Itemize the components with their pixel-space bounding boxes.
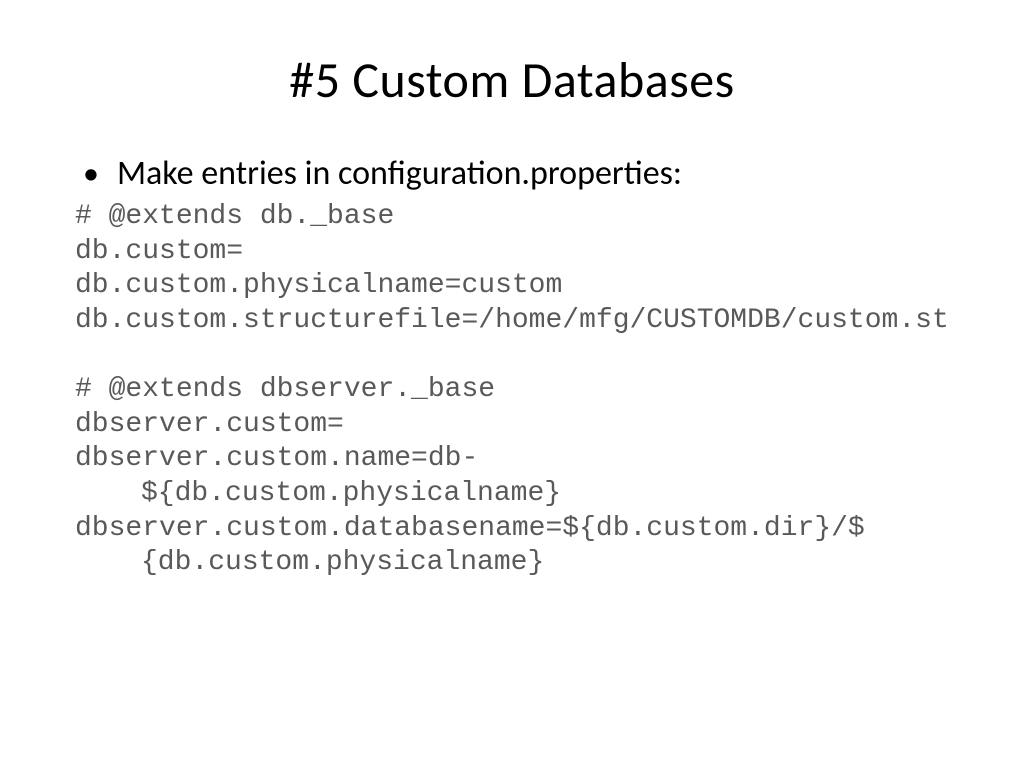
code-line-5: # @extends dbserver._base: [75, 373, 949, 408]
code-line-6: dbserver.custom=: [75, 408, 949, 443]
code-line-2: db.custom=: [75, 235, 949, 270]
code-line-4: db.custom.structurefile=/home/mfg/CUSTOM…: [75, 304, 949, 339]
code-line-8a: dbserver.custom.databasename=${db.custom…: [75, 512, 949, 547]
slide-title: #5 Custom Databases: [75, 50, 949, 111]
code-line-1: # @extends db._base: [75, 200, 949, 235]
code-line-7a: dbserver.custom.name=db-: [75, 442, 949, 477]
bullet-item: • Make entries in configuration.properti…: [75, 153, 949, 194]
bullet-mark-icon: •: [83, 158, 99, 190]
code-line-7b: ${db.custom.physicalname}: [75, 477, 949, 512]
bullet-text: Make entries in configuration.properties…: [117, 153, 682, 194]
code-line-3: db.custom.physicalname=custom: [75, 269, 949, 304]
code-line-8b: {db.custom.physicalname}: [75, 546, 949, 581]
